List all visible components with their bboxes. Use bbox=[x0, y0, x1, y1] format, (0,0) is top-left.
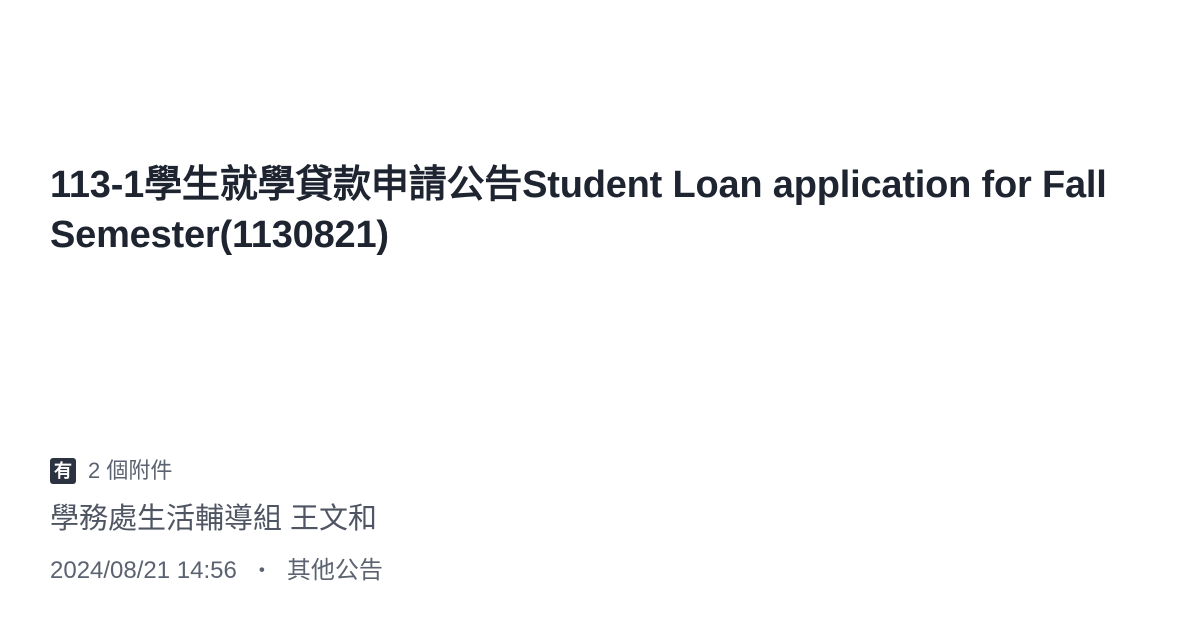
author-name: 學務處生活輔導組 王文和 bbox=[50, 503, 378, 535]
attachments-count: 2 個附件 bbox=[88, 458, 173, 483]
announcement-title: 113-1學生就學貸款申請公告Student Loan application … bbox=[50, 164, 1107, 256]
announcement-card: 113-1學生就學貸款申請公告Student Loan application … bbox=[0, 0, 1200, 630]
post-date: 2024/08/21 14:56 bbox=[50, 557, 237, 584]
post-meta: 2024/08/21 14:56 ・ 其他公告 bbox=[50, 555, 383, 587]
attachments-row[interactable]: 有 2 個附件 bbox=[50, 457, 172, 485]
post-category[interactable]: 其他公告 bbox=[287, 555, 383, 587]
meta-separator: ・ bbox=[250, 558, 273, 583]
attachment-badge-icon: 有 bbox=[50, 458, 76, 484]
